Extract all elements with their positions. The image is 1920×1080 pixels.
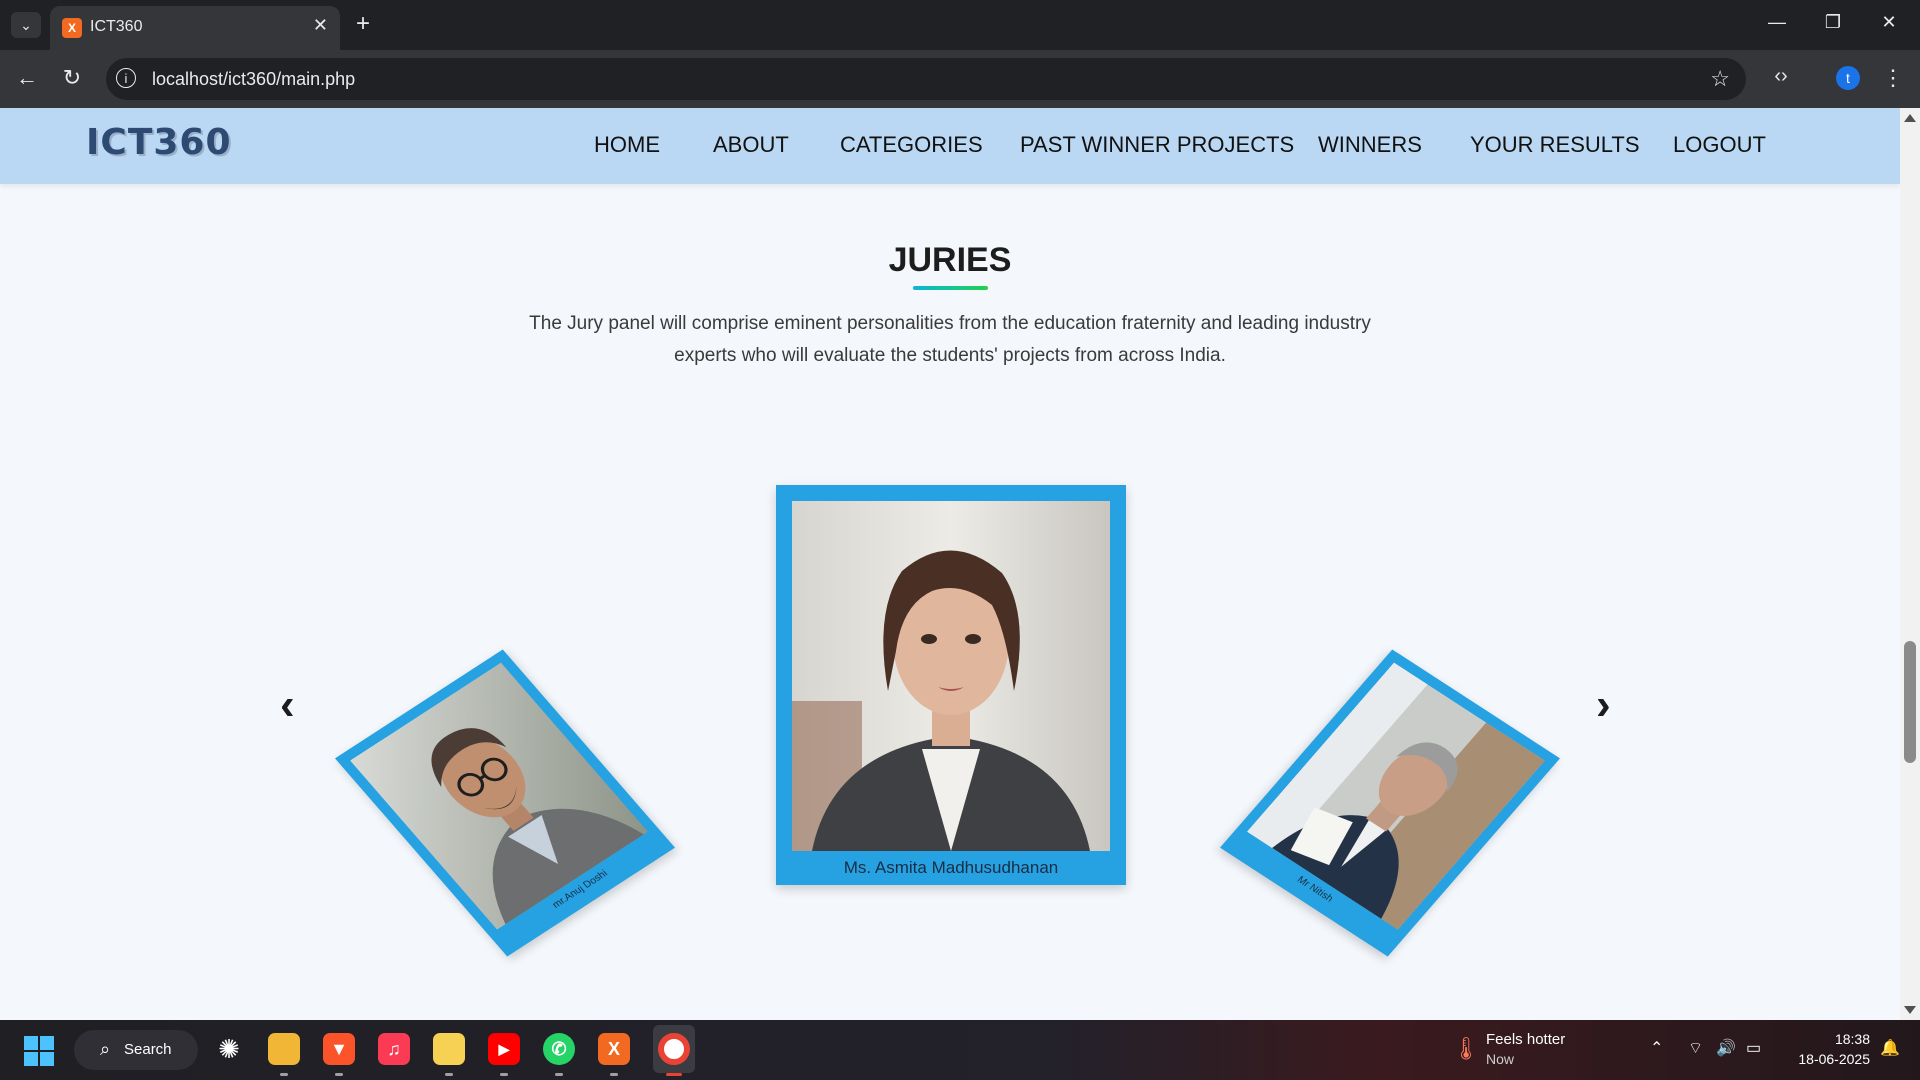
weather-subtext[interactable]: Now — [1486, 1051, 1514, 1067]
jury-photo-woman — [792, 501, 1110, 851]
jury-name-center: Ms. Asmita Madhusudhanan — [843, 858, 1059, 877]
new-tab-plus-icon[interactable]: + — [356, 10, 370, 38]
taskbar-search-box[interactable]: ⌕ Search — [74, 1030, 198, 1070]
chatgpt-icon[interactable]: ✺ — [213, 1033, 245, 1065]
nav-your-results[interactable]: YOUR RESULTS — [1470, 132, 1640, 158]
notification-bell-icon[interactable]: 🔔 — [1880, 1038, 1900, 1058]
running-indicator — [500, 1073, 508, 1076]
jury-card-left[interactable]: mr.Anuj Doshi — [335, 649, 675, 957]
running-indicator — [445, 1073, 453, 1076]
scroll-up-arrow-icon[interactable] — [1904, 114, 1916, 122]
windows-start-icon[interactable] — [24, 1036, 54, 1066]
carousel-next-arrow-icon[interactable]: › — [1596, 680, 1611, 730]
clock-time[interactable]: 18:38 — [1830, 1031, 1870, 1047]
juries-description: The Jury panel will comprise eminent per… — [529, 313, 1371, 366]
scroll-down-arrow-icon[interactable] — [1904, 1006, 1916, 1014]
jury-photo-man-glasses — [350, 662, 649, 930]
clock-date[interactable]: 18-06-2025 — [1786, 1051, 1870, 1067]
brave-browser-icon[interactable]: ▼ — [323, 1033, 355, 1065]
jury-card-right[interactable]: Mr Nitish — [1220, 649, 1560, 957]
more-menu-icon[interactable]: ⋮ — [1878, 65, 1908, 91]
windows-taskbar: ⌕ Search ✺ ▼ ♫ ▶ ✆ X 🌡 Feels hotter Now … — [0, 1020, 1920, 1080]
whatsapp-icon[interactable]: ✆ — [543, 1033, 575, 1065]
window-close-icon[interactable]: ✕ — [1874, 12, 1904, 33]
ict360-logo[interactable]: ICT360 — [86, 122, 232, 163]
carousel-prev-arrow-icon[interactable]: ‹ — [280, 680, 295, 730]
volume-icon[interactable]: 🔊 — [1716, 1038, 1736, 1058]
nav-past-winner-projects[interactable]: PAST WINNER PROJECTS — [1020, 132, 1294, 158]
nav-home[interactable]: HOME — [594, 132, 660, 158]
nav-about[interactable]: ABOUT — [713, 132, 789, 158]
running-indicator — [555, 1073, 563, 1076]
scrollbar-thumb[interactable] — [1904, 641, 1916, 763]
reload-icon[interactable]: ↻ — [57, 65, 87, 91]
address-bar[interactable]: i localhost/ict360/main.php ☆ — [106, 58, 1746, 100]
site-header: ICT360 HOME ABOUT CATEGORIES PAST WINNER… — [0, 108, 1900, 184]
xampp-favicon-icon: X — [62, 18, 82, 38]
browser-tab-strip: ⌄ X ICT360 ✕ + — ❐ ✕ — [0, 0, 1920, 50]
running-indicator — [610, 1073, 618, 1076]
apple-music-icon[interactable]: ♫ — [378, 1033, 410, 1065]
code-brackets-icon[interactable]: ‹› — [1766, 65, 1796, 88]
back-arrow-icon[interactable]: ← — [12, 65, 42, 91]
search-icon: ⌕ — [100, 1039, 111, 1059]
profile-avatar[interactable]: t — [1836, 66, 1860, 90]
tab-title: ICT360 — [90, 18, 143, 35]
chrome-icon[interactable] — [658, 1033, 690, 1065]
browser-tab[interactable]: X ICT360 ✕ — [50, 6, 340, 50]
notes-icon[interactable] — [433, 1033, 465, 1065]
page-scrollbar[interactable] — [1900, 108, 1920, 1020]
tab-search-chevron-icon[interactable]: ⌄ — [11, 12, 41, 38]
xampp-icon[interactable]: X — [598, 1033, 630, 1065]
thermometer-icon[interactable]: 🌡 — [1452, 1036, 1480, 1062]
wifi-icon[interactable]: ⌔ — [1688, 1038, 1703, 1058]
nav-logout[interactable]: LOGOUT — [1673, 132, 1766, 158]
jury-photo-man-suit — [1246, 662, 1545, 930]
title-underline — [913, 286, 988, 290]
active-indicator — [666, 1073, 682, 1076]
browser-toolbar: ← ↻ i localhost/ict360/main.php ☆ ‹› t ⋮ — [0, 50, 1920, 108]
running-indicator — [335, 1073, 343, 1076]
youtube-icon[interactable]: ▶ — [488, 1033, 520, 1065]
minimize-icon[interactable]: — — [1762, 12, 1792, 33]
juries-title: JURIES — [888, 241, 1012, 279]
weather-text[interactable]: Feels hotter — [1486, 1031, 1565, 1048]
jury-card-center[interactable]: Ms. Asmita Madhusudhanan — [776, 485, 1126, 885]
web-page: ICT360 HOME ABOUT CATEGORIES PAST WINNER… — [0, 108, 1900, 1020]
file-explorer-icon[interactable] — [268, 1033, 300, 1065]
bookmark-star-icon[interactable]: ☆ — [1710, 66, 1730, 92]
tray-chevron-up-icon[interactable]: ⌃ — [1650, 1038, 1663, 1058]
taskbar-search-label: Search — [124, 1041, 172, 1058]
running-indicator — [280, 1073, 288, 1076]
restore-icon[interactable]: ❐ — [1818, 12, 1848, 33]
url-text[interactable]: localhost/ict360/main.php — [152, 69, 355, 90]
nav-winners[interactable]: WINNERS — [1318, 132, 1422, 158]
battery-icon[interactable]: ▭ — [1746, 1038, 1761, 1058]
nav-categories[interactable]: CATEGORIES — [840, 132, 983, 158]
site-info-icon[interactable]: i — [116, 68, 136, 88]
tab-close-icon[interactable]: ✕ — [313, 15, 328, 36]
